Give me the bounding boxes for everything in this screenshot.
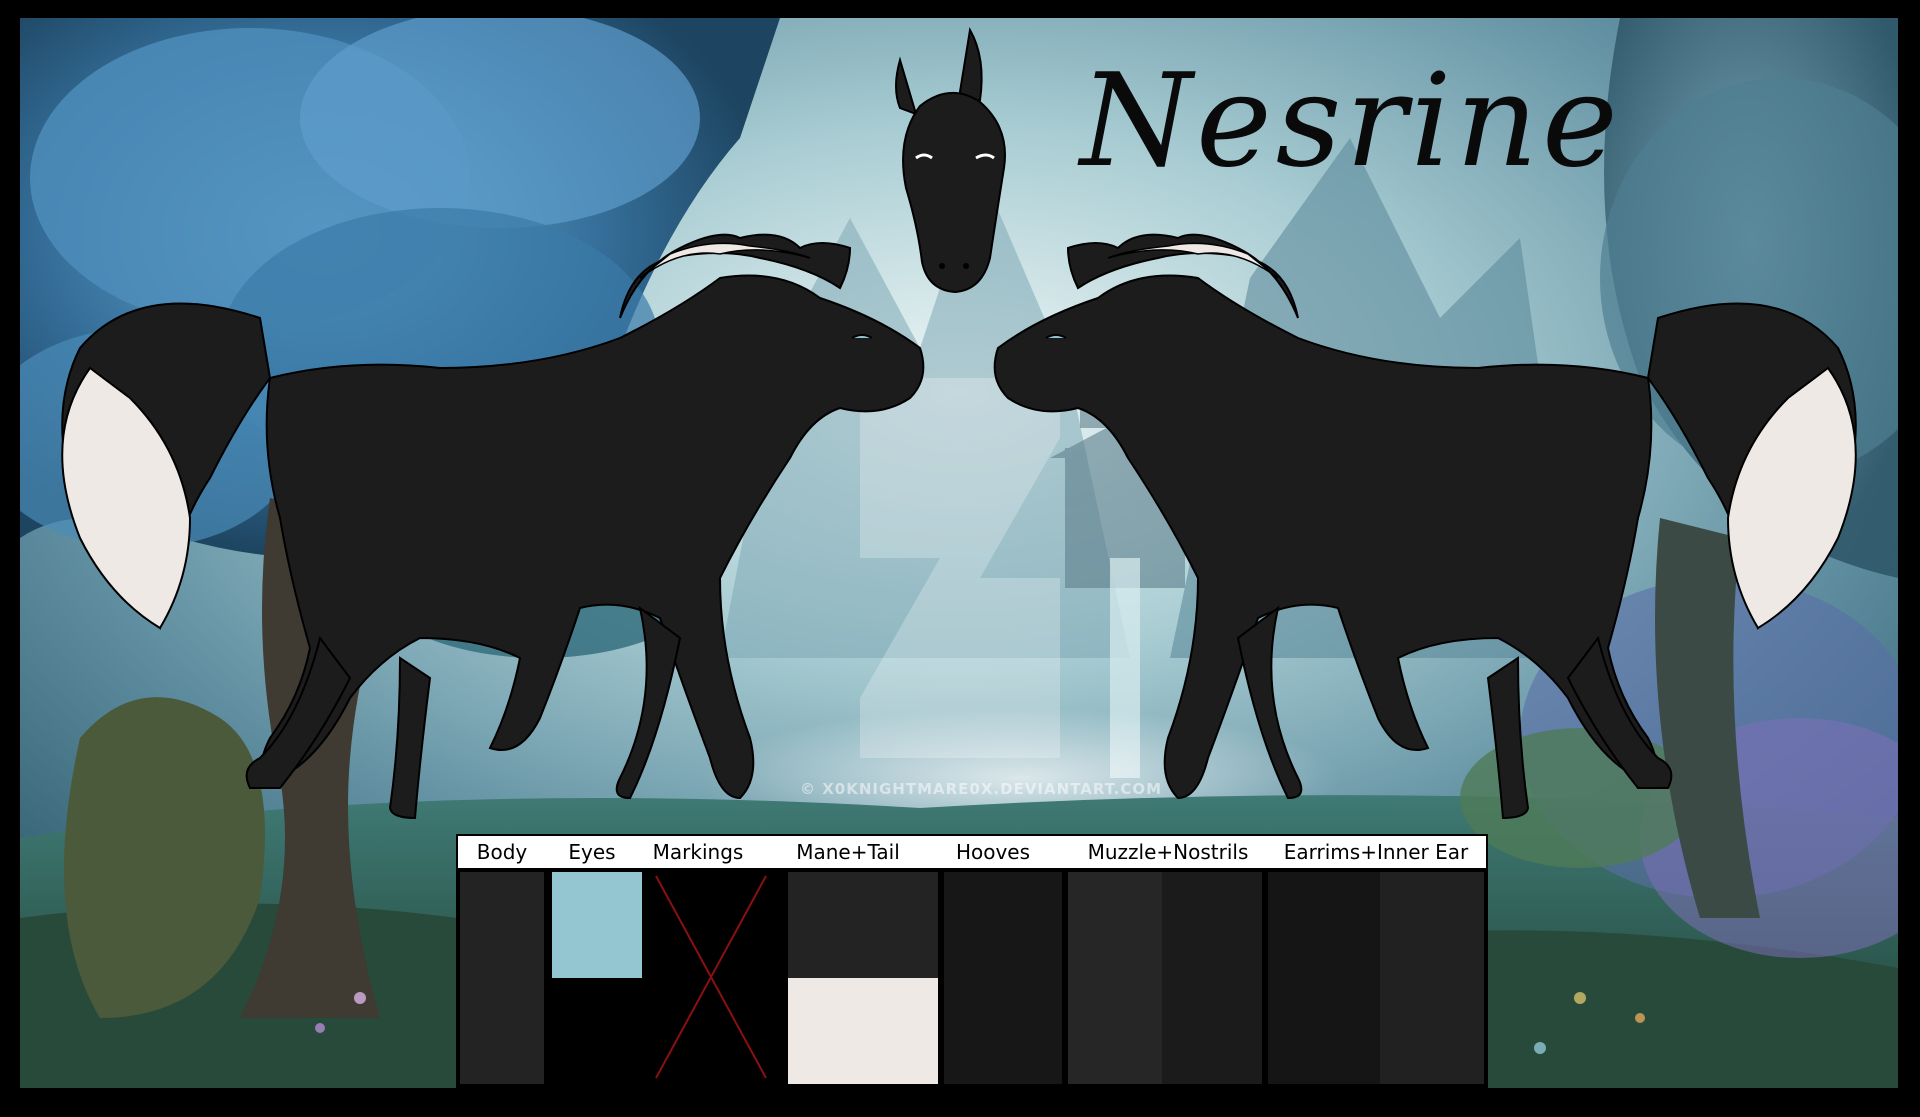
swatch-body: [460, 872, 544, 1084]
swatch-nostrils: [1162, 872, 1262, 1084]
color-palette: Body Eyes Markings Mane+Tail Hooves Muzz…: [456, 834, 1488, 1088]
reference-sheet: Nesrine © X0KNIGHTMARE0X.DEVIANTART.COM …: [0, 0, 1920, 1117]
palette-header-markings: Markings: [652, 840, 744, 864]
palette-header-body: Body: [476, 840, 528, 864]
swatch-mane-tail-dark: [788, 872, 938, 978]
character-name-title: Nesrine: [1080, 47, 1622, 196]
swatch-markings-none: [648, 872, 774, 1084]
swatch-hooves: [944, 872, 1062, 1084]
no-markings-cross-icon: [655, 875, 767, 1079]
swatch-earrims: [1268, 872, 1380, 1084]
palette-header-muzzle-nostrils: Muzzle+Nostrils: [1087, 840, 1249, 864]
swatch-inner-ear: [1380, 872, 1484, 1084]
swatch-eyes-pupil: [552, 978, 642, 1084]
watermark-text: © X0KNIGHTMARE0X.DEVIANTART.COM: [800, 780, 1163, 798]
swatch-mane-tail-light: [788, 978, 938, 1084]
swatch-eyes: [552, 872, 642, 978]
palette-header-row: Body Eyes Markings Mane+Tail Hooves Muzz…: [458, 836, 1486, 868]
palette-header-hooves: Hooves: [955, 840, 1031, 864]
palette-header-eyes: Eyes: [568, 840, 616, 864]
palette-header-mane-tail: Mane+Tail: [796, 840, 900, 864]
swatch-muzzle: [1068, 872, 1162, 1084]
palette-header-earrims-inner-ear: Earrims+Inner Ear: [1283, 840, 1469, 864]
